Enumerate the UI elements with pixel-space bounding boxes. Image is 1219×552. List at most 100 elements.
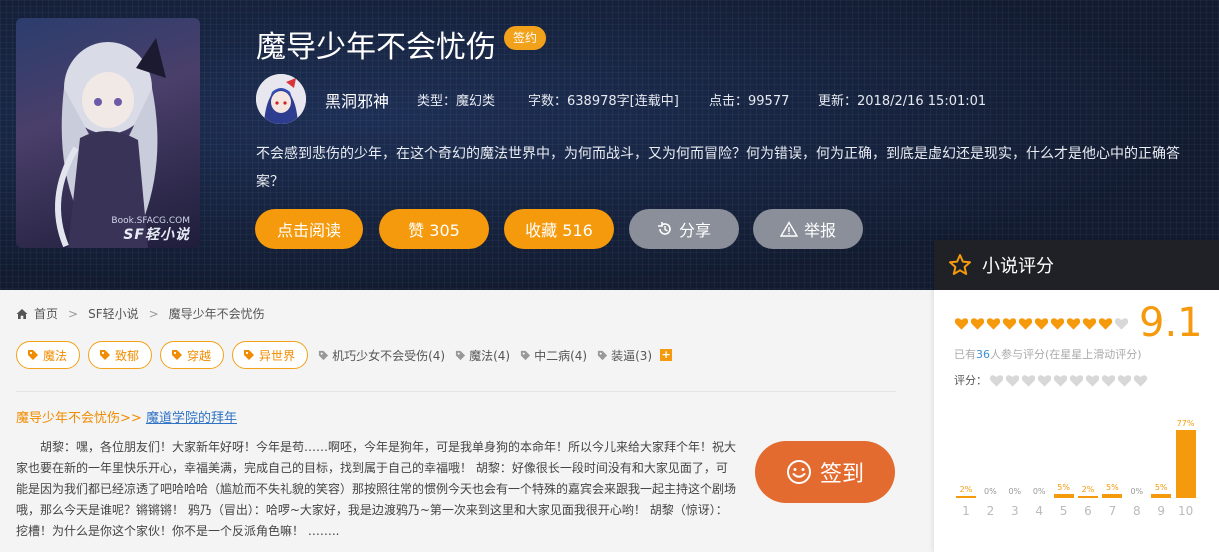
share-button[interactable]: 分享 [629, 209, 739, 249]
tag-icon [520, 350, 531, 360]
report-button[interactable]: 举报 [753, 209, 863, 249]
official-tag-label: 魔法 [43, 348, 68, 363]
book-description: 不会感到悲伤的少年，在这个奇幻的魔法世界中，为何而战斗，又为何而冒险？何为错误，… [256, 146, 1180, 190]
rating-bar-fill [1151, 493, 1172, 498]
author-name[interactable]: 黑洞邪神 [325, 88, 389, 112]
user-tag-label: 机巧少女不会受伤(4) [332, 348, 446, 363]
rating-bar-label: 9 [1157, 504, 1165, 518]
heart-icon [1117, 374, 1132, 387]
warning-icon [779, 221, 798, 237]
heart-icon [1101, 374, 1116, 387]
rating-bar-label: 7 [1108, 504, 1117, 518]
rating-bar-label: 4 [1035, 504, 1043, 518]
author-avatar[interactable] [256, 74, 306, 124]
book-cover[interactable]: Book.SFACG.COM SF轻小说 [16, 18, 200, 248]
rating-bar-8: 0% 8 [1125, 410, 1149, 518]
official-tag-label: 致郁 [115, 348, 140, 363]
latest-chapter: 魔导少年不会忧伤>> 魔道学院的拜年 [16, 407, 237, 426]
rating-bar-7: 5% 7 [1100, 410, 1124, 518]
section-divider [16, 391, 896, 392]
official-tag[interactable]: 魔法 [16, 341, 81, 369]
breadcrumb: 首页 > SF轻小说 > 魔导少年不会忧伤 [16, 305, 265, 322]
breadcrumb-book[interactable]: 魔导少年不会忧伤 [169, 305, 265, 322]
heart-icon [986, 318, 1001, 330]
share-button-label: 分享 [678, 221, 711, 240]
chapter-book-link[interactable]: 魔导少年不会忧伤>> [16, 411, 142, 426]
breadcrumb-site[interactable]: SF轻小说 [88, 305, 139, 322]
tag-icon [28, 350, 38, 360]
heart-icon [1018, 318, 1033, 330]
heart-icon [954, 318, 969, 330]
rating-bar-label: 5 [1059, 504, 1068, 518]
heart-icon [1021, 374, 1036, 387]
user-tag[interactable]: 中二病(4) [520, 347, 587, 364]
rating-panel: 小说评分 9.1 已有36人参与评分(在星星上滑动评分) 评分： 2% 1 0% 2 0… [934, 240, 1219, 552]
my-rating-label: 评分： [954, 374, 987, 387]
official-tag[interactable]: 异世界 [232, 341, 309, 369]
signin-button[interactable]: 签到 [755, 441, 895, 503]
official-tag-label: 穿越 [187, 348, 212, 363]
breadcrumb-separator: > [148, 306, 159, 321]
my-rating: 评分： [954, 372, 1148, 388]
rating-bar-fill [1102, 493, 1123, 498]
rating-bar-percent: 2% [1081, 485, 1095, 494]
smiley-icon [786, 460, 811, 484]
rating-bar-fill [1053, 493, 1074, 498]
user-tag-label: 装逼(3) [611, 348, 653, 363]
favorite-button[interactable]: 收藏 516 [504, 209, 614, 249]
rating-bar-percent: 77% [1176, 419, 1195, 429]
heart-icon [1002, 318, 1017, 330]
user-tag-label: 中二病(4) [534, 348, 588, 363]
star-outline-icon [949, 254, 971, 275]
user-tag-label: 魔法(4) [469, 348, 511, 363]
heart-icon [1069, 374, 1084, 387]
rating-bar-label: 3 [1010, 504, 1019, 518]
heart-icon [1082, 318, 1097, 330]
my-rating-hearts[interactable] [989, 373, 1148, 388]
heart-icon [1034, 318, 1049, 330]
rating-header: 小说评分 [934, 240, 1219, 290]
rating-score: 9.1 [1139, 300, 1203, 346]
book-word-count: 字数：638978字[连载中] [528, 94, 679, 109]
chapter-excerpt: 胡黎：嘿，各位朋友们！大家新年好呀！今年是苟……啊呸，今年是狗年，可是我单身狗的… [16, 440, 737, 538]
like-button[interactable]: 赞 305 [379, 209, 489, 249]
cover-illustration [55, 38, 166, 248]
report-button-label: 举报 [803, 221, 836, 240]
official-tag[interactable]: 穿越 [160, 341, 225, 369]
rating-count-prefix: 已有 [954, 348, 976, 361]
official-tag[interactable]: 致郁 [88, 341, 153, 369]
signin-button-label: 签到 [819, 462, 864, 487]
rating-count-number: 36 [976, 348, 990, 361]
rating-distribution-chart: 2% 1 0% 2 0% 3 0% 4 5% 5 2% 6 5% 7 0% 8 5% 9 77% 10 [954, 410, 1196, 518]
rating-bar-10: 77% 10 [1174, 410, 1198, 518]
breadcrumb-home[interactable]: 首页 [34, 305, 58, 322]
rating-bar-3: 0% 3 [1003, 410, 1027, 518]
heart-icon [989, 374, 1004, 387]
rating-bar-fill [956, 496, 976, 498]
tag-icon [318, 350, 329, 360]
heart-icon [1114, 318, 1129, 330]
user-tag[interactable]: 机巧少女不会受伤(4) [318, 347, 445, 364]
share-icon [657, 222, 671, 235]
heart-icon [1066, 318, 1081, 330]
rating-bar-4: 0% 4 [1027, 410, 1051, 518]
rating-bar-label: 2 [986, 504, 995, 518]
read-button[interactable]: 点击阅读 [255, 209, 363, 249]
book-title: 魔导少年不会忧伤 [256, 30, 496, 65]
user-tag[interactable]: 装逼(3) [597, 347, 652, 364]
rating-bar-percent: 5% [1057, 482, 1070, 492]
heart-icon [1005, 374, 1020, 387]
add-tag-icon[interactable]: + [660, 349, 673, 361]
rating-bar-2: 0% 2 [978, 410, 1002, 518]
heart-icon [1053, 374, 1068, 387]
rating-bar-label: 6 [1084, 504, 1092, 518]
read-button-label: 点击阅读 [276, 221, 341, 240]
rating-bar-6: 2% 6 [1076, 410, 1100, 518]
cover-logo: SF轻小说 [123, 227, 190, 243]
tag-icon [455, 350, 466, 360]
user-tag[interactable]: 魔法(4) [455, 347, 510, 364]
rating-bar-fill [1078, 496, 1098, 498]
rating-bar-percent: 0% [984, 487, 997, 496]
rating-bar-percent: 0% [1130, 487, 1144, 496]
chapter-title-link[interactable]: 魔道学院的拜年 [146, 411, 237, 426]
